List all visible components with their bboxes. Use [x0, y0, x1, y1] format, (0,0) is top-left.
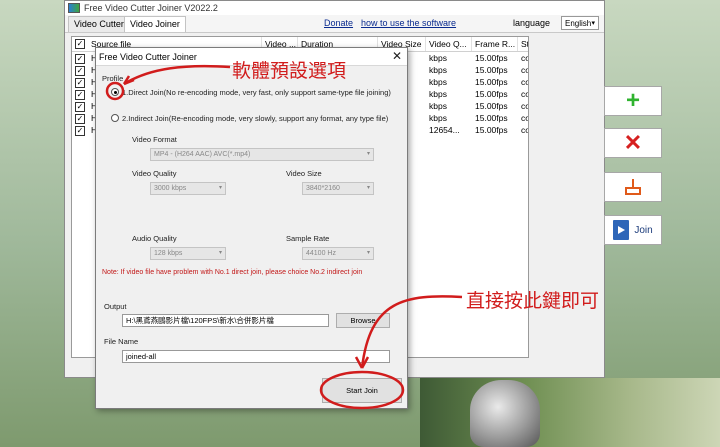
video-format-value: MP4 - (H264 AAC) AVC(*.mp4): [154, 151, 251, 158]
join-label: Join: [634, 224, 653, 236]
join-button[interactable]: Join: [604, 215, 662, 245]
row-status: com...: [521, 125, 528, 135]
row-checkbox[interactable]: ✓: [75, 102, 85, 112]
column-video-quality[interactable]: Video Q...: [426, 37, 472, 51]
start-join-button[interactable]: Start Join: [322, 378, 402, 403]
row-frame-rate: 15.00fps: [475, 89, 508, 99]
clear-list-button[interactable]: [604, 172, 662, 202]
direct-join-radio[interactable]: [111, 88, 119, 96]
row-checkbox[interactable]: ✓: [75, 114, 85, 124]
profile-label: Profile: [102, 74, 124, 83]
row-status: com...: [521, 113, 528, 123]
plus-icon: +: [625, 87, 640, 114]
row-status: com...: [521, 53, 528, 63]
column-status[interactable]: Status: [518, 37, 528, 51]
row-status: com...: [521, 77, 528, 87]
row-video-quality: kbps: [429, 77, 447, 87]
chevron-down-icon: ▾: [366, 185, 370, 191]
browse-button[interactable]: Browse: [336, 313, 390, 328]
row-checkbox[interactable]: ✓: [75, 78, 85, 88]
chevron-down-icon: ▾: [218, 250, 222, 256]
row-frame-rate: 15.00fps: [475, 77, 508, 87]
row-checkbox[interactable]: ✓: [75, 54, 85, 64]
row-video-quality: kbps: [429, 89, 447, 99]
row-frame-rate: 15.00fps: [475, 65, 508, 75]
row-video-quality: 12654...: [429, 125, 460, 135]
dialog-title: Free Video Cutter Joiner: [99, 51, 197, 62]
row-status: com...: [521, 101, 528, 111]
how-to-link[interactable]: how to use the software: [361, 18, 456, 28]
indirect-join-label[interactable]: 2.Indirect Join(Re-encoding mode, very s…: [122, 114, 388, 123]
title-bar: Free Video Cutter Joiner V2022.2: [65, 1, 604, 15]
output-path-field[interactable]: H:\黑鳶燕鷗影片檔\120FPS\新水\合併影片檔: [122, 314, 329, 327]
video-size-select[interactable]: 3840*2160 ▾: [302, 182, 374, 195]
sample-rate-label: Sample Rate: [286, 234, 330, 243]
row-video-quality: kbps: [429, 113, 447, 123]
video-quality-value: 3000 kbps: [154, 185, 187, 192]
video-size-value: 3840*2160: [306, 185, 340, 192]
audio-quality-select[interactable]: 128 kbps ▾: [150, 247, 226, 260]
row-frame-rate: 15.00fps: [475, 101, 508, 111]
row-video-quality: kbps: [429, 101, 447, 111]
audio-quality-label: Audio Quality: [132, 234, 177, 243]
file-name-field[interactable]: joined-all: [122, 350, 390, 363]
sample-rate-select[interactable]: 44100 Hz ▾: [302, 247, 374, 260]
tab-video-joiner[interactable]: Video Joiner: [124, 16, 186, 32]
background-bird: [470, 380, 540, 447]
film-icon: [613, 220, 630, 240]
column-frame-rate[interactable]: Frame R...: [472, 37, 518, 51]
donate-link[interactable]: Donate: [324, 18, 353, 28]
join-note: Note: If video file have problem with No…: [102, 269, 363, 276]
row-frame-rate: 15.00fps: [475, 53, 508, 63]
direct-join-label[interactable]: 1.Direct Join(No re-encoding mode, very …: [122, 88, 391, 97]
chevron-down-icon: ▾: [366, 250, 370, 256]
chevron-down-icon: ▾: [591, 20, 595, 27]
join-settings-dialog: Free Video Cutter Joiner ✕ Profile 1.Dir…: [95, 47, 408, 409]
language-select[interactable]: English ▾: [561, 16, 599, 30]
video-size-label: Video Size: [286, 169, 322, 178]
chevron-down-icon: ▾: [218, 185, 222, 191]
language-value: English: [565, 19, 592, 28]
menu-bar: Video Cutter Video Joiner Donate how to …: [65, 15, 604, 33]
row-frame-rate: 15.00fps: [475, 113, 508, 123]
window-title: Free Video Cutter Joiner V2022.2: [84, 3, 218, 13]
video-quality-select[interactable]: 3000 kbps ▾: [150, 182, 226, 195]
app-icon: [68, 3, 80, 13]
audio-quality-value: 128 kbps: [154, 250, 183, 257]
chevron-down-icon: ▾: [366, 151, 370, 157]
x-icon: ✕: [623, 130, 643, 155]
tab-video-cutter[interactable]: Video Cutter: [68, 16, 130, 32]
file-name-label: File Name: [104, 337, 139, 346]
row-status: com...: [521, 89, 528, 99]
video-quality-label: Video Quality: [132, 169, 177, 178]
row-video-quality: kbps: [429, 53, 447, 63]
background-rock: [420, 378, 720, 447]
broom-icon: [624, 179, 642, 195]
row-video-quality: kbps: [429, 65, 447, 75]
language-label: language: [513, 18, 551, 28]
close-icon[interactable]: ✕: [392, 49, 402, 63]
select-all-checkbox[interactable]: ✓: [75, 39, 85, 49]
annotation-click-here: 直接按此鍵即可: [466, 290, 600, 312]
video-format-select[interactable]: MP4 - (H264 AAC) AVC(*.mp4) ▾: [150, 148, 374, 161]
row-status: com...: [521, 65, 528, 75]
row-checkbox[interactable]: ✓: [75, 90, 85, 100]
add-file-button[interactable]: +: [604, 86, 662, 116]
video-format-label: Video Format: [132, 135, 177, 144]
indirect-join-radio[interactable]: [111, 114, 119, 122]
row-checkbox[interactable]: ✓: [75, 126, 85, 136]
remove-file-button[interactable]: ✕: [604, 128, 662, 158]
row-frame-rate: 15.00fps: [475, 125, 508, 135]
output-label: Output: [104, 302, 127, 311]
row-checkbox[interactable]: ✓: [75, 66, 85, 76]
annotation-default-setting: 軟體預設選項: [232, 60, 347, 82]
sample-rate-value: 44100 Hz: [306, 250, 336, 257]
